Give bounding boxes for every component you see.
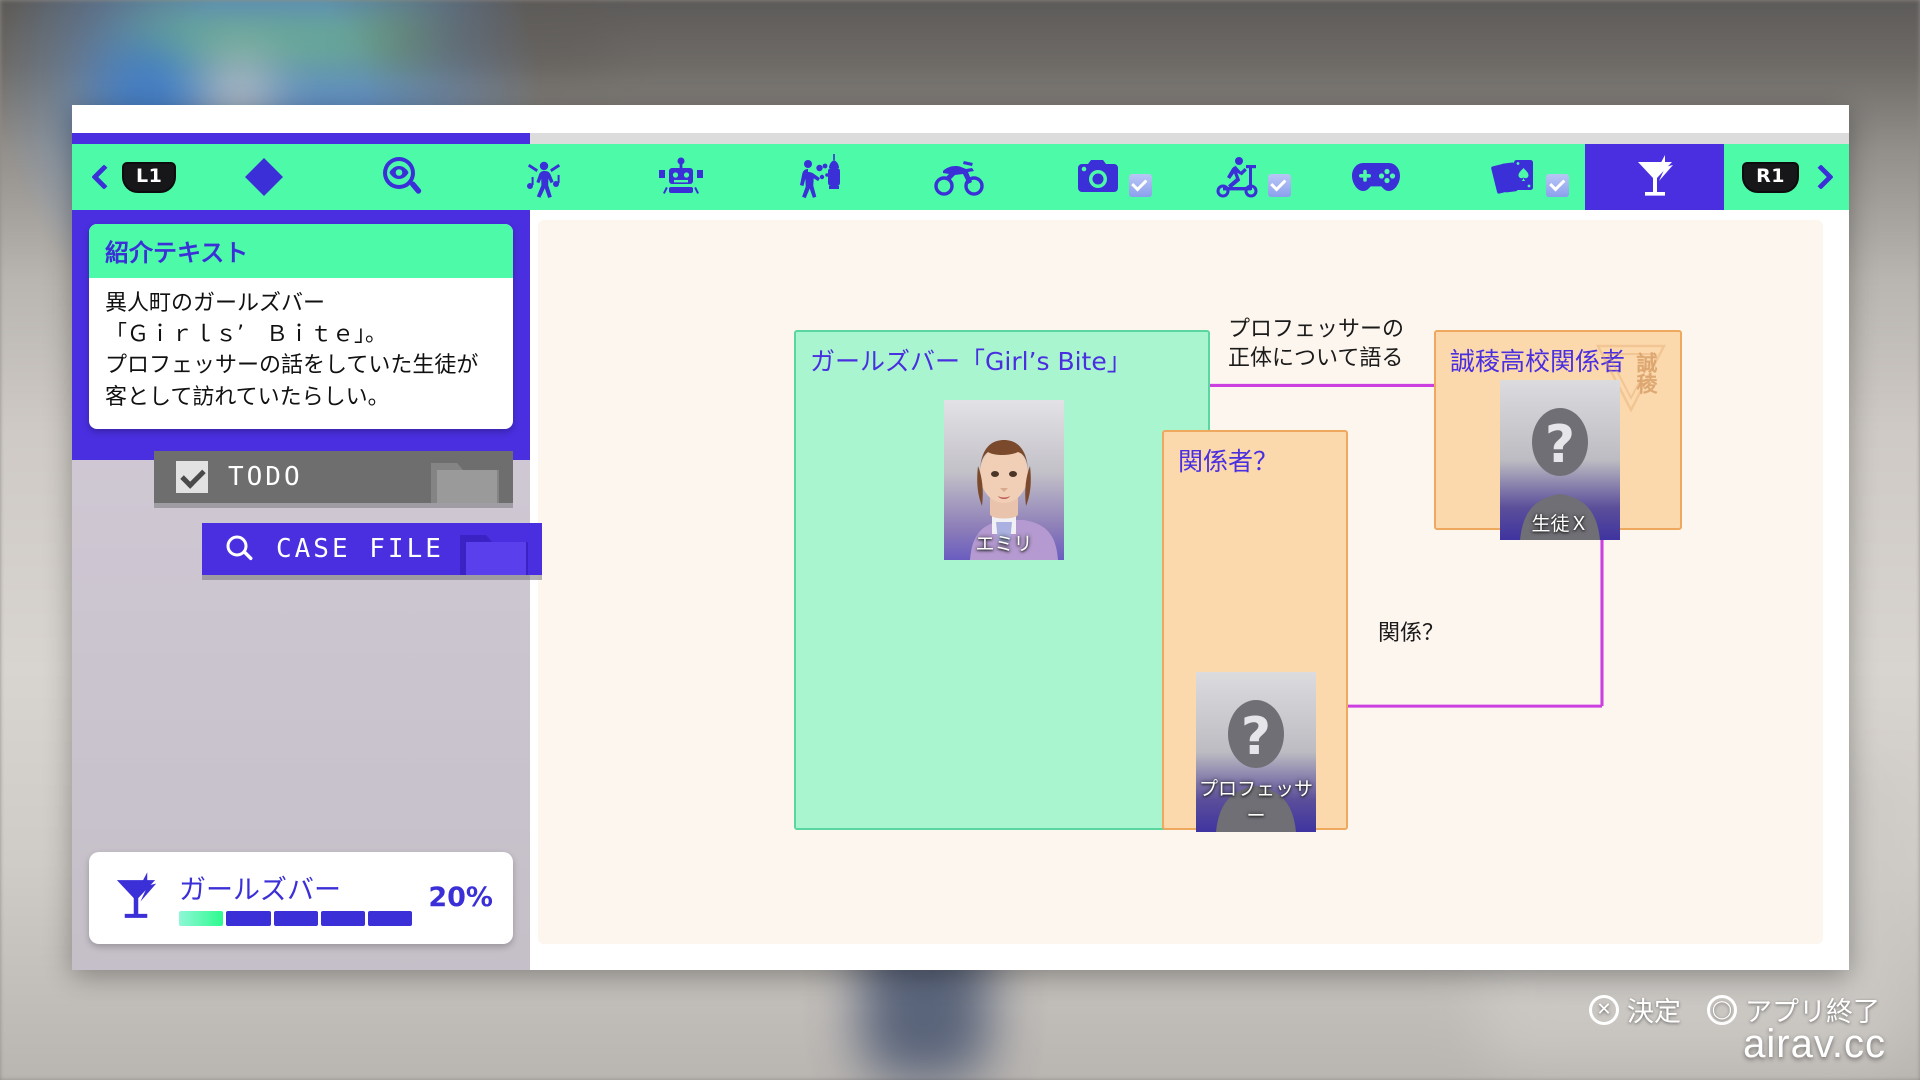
progress-percent: 20% xyxy=(428,881,493,913)
tab-playing-cards[interactable] xyxy=(1446,144,1585,210)
progress-label: ガールズバー xyxy=(179,875,341,906)
tab-diamond[interactable] xyxy=(194,144,333,210)
sidebar-item-label: CASE FILE xyxy=(276,533,444,564)
progress-card: ガールズバー 20% xyxy=(89,852,513,944)
sidebar-item-case-file[interactable]: CASE FILE xyxy=(202,522,542,575)
chevron-right-icon[interactable] xyxy=(1809,166,1831,188)
menu-row-case-file[interactable]: CASE FILE xyxy=(72,522,542,581)
category-tabbar[interactable]: L1 R1 xyxy=(72,144,1849,210)
sidebar: 紹介テキスト 異人町のガールズバー 「Ｇｉｒｌｓ’ Ｂｉｔｅ」。 プロフェッサー… xyxy=(72,210,542,970)
tab-complete-check-icon xyxy=(1128,174,1152,197)
menu-row-todo[interactable]: TODO xyxy=(72,450,530,509)
edge-label-speaks-about-professor: プロフェッサーの 正体について語る xyxy=(1228,317,1405,371)
nav-prev-group[interactable]: L1 xyxy=(72,161,194,193)
edge-label-relation: 関係？ xyxy=(1378,621,1445,646)
node-title: ガールズバー「Girl’s Bite」 xyxy=(810,347,1132,376)
r1-bumper-label: R1 xyxy=(1742,161,1799,193)
folder-icon xyxy=(431,462,499,503)
portrait-professor[interactable]: ? プロフェッサー xyxy=(1196,672,1316,832)
sidebar-item-label: TODO xyxy=(228,461,303,492)
portrait-emiri[interactable]: エミリ xyxy=(944,400,1064,560)
portrait-caption: 生徒Ｘ xyxy=(1531,513,1589,535)
app-content: 紹介テキスト 異人町のガールズバー 「Ｇｉｒｌｓ’ Ｂｉｔｅ」。 プロフェッサー… xyxy=(72,210,1849,970)
window-titlebar xyxy=(72,105,1849,133)
intro-body: 異人町のガールズバー 「Ｇｉｒｌｓ’ Ｂｉｔｅ」。 プロフェッサーの話をしていた… xyxy=(105,291,479,410)
site-watermark: airav.cc xyxy=(1743,1022,1886,1066)
folder-icon xyxy=(460,534,528,575)
chevron-left-icon[interactable] xyxy=(90,166,112,188)
circle-button-icon: ◯ xyxy=(1707,994,1737,1025)
tab-cocktail[interactable] xyxy=(1585,144,1725,210)
nav-next-group[interactable]: R1 xyxy=(1724,161,1849,193)
case-board[interactable]: ガールズバー「Girl’s Bite」 エミリ 関係者？ ? プロフェッサー 誠… xyxy=(538,220,1823,944)
tab-dancer[interactable] xyxy=(472,144,611,210)
sidebar-menu[interactable]: TODO CASE FILE xyxy=(72,450,542,595)
progress-rail xyxy=(72,133,1849,144)
tab-motorcycle[interactable] xyxy=(890,144,1029,210)
svg-text:?: ? xyxy=(1241,707,1271,767)
tab-scooter[interactable] xyxy=(1168,144,1307,210)
magnifier-icon xyxy=(226,535,253,561)
tab-boxing[interactable] xyxy=(751,144,890,210)
tab-gamepad[interactable] xyxy=(1307,144,1446,210)
node-kankeisha[interactable]: 関係者？ ? プロフェッサー xyxy=(1162,430,1348,832)
intro-title: 紹介テキスト xyxy=(89,224,513,278)
portrait-caption: プロフェッサー xyxy=(1198,778,1313,827)
school-emblem-text: 誠稜 xyxy=(1634,352,1658,394)
hint-label: 決定 xyxy=(1627,997,1681,1028)
cocktail-icon xyxy=(116,872,157,918)
node-seiryo-koko[interactable]: 誠稜高校関係者 誠稜 ? 生徒Ｘ xyxy=(1434,330,1682,540)
node-title: 関係者？ xyxy=(1178,447,1279,476)
checkbox-icon xyxy=(176,460,208,493)
tab-list[interactable] xyxy=(194,144,1725,210)
l1-bumper-label: L1 xyxy=(122,161,177,193)
tab-complete-check-icon xyxy=(1546,174,1570,197)
tab-complete-check-icon xyxy=(1267,174,1291,197)
hint-confirm: ✕ 決定 xyxy=(1589,990,1681,1029)
tab-robot[interactable] xyxy=(612,144,751,210)
tab-camera[interactable] xyxy=(1029,144,1168,210)
cross-button-icon: ✕ xyxy=(1589,994,1619,1025)
portrait-student-x[interactable]: ? 生徒Ｘ xyxy=(1500,380,1620,540)
progress-bar xyxy=(179,911,413,926)
case-file-app-window: L1 R1 紹介テキスト 異人町のガールズバー 「Ｇｉｒｌｓ’ Ｂｉｔｅ」。 プ… xyxy=(72,105,1849,970)
svg-text:?: ? xyxy=(1545,415,1575,475)
tab-eye-magnifier[interactable] xyxy=(333,144,472,210)
sidebar-item-todo[interactable]: TODO xyxy=(154,450,513,503)
portrait-caption: エミリ xyxy=(975,533,1033,555)
node-girls-bar[interactable]: ガールズバー「Girl’s Bite」 エミリ xyxy=(794,330,1210,830)
intro-text-card: 紹介テキスト 異人町のガールズバー 「Ｇｉｒｌｓ’ Ｂｉｔｅ」。 プロフェッサー… xyxy=(89,224,513,429)
